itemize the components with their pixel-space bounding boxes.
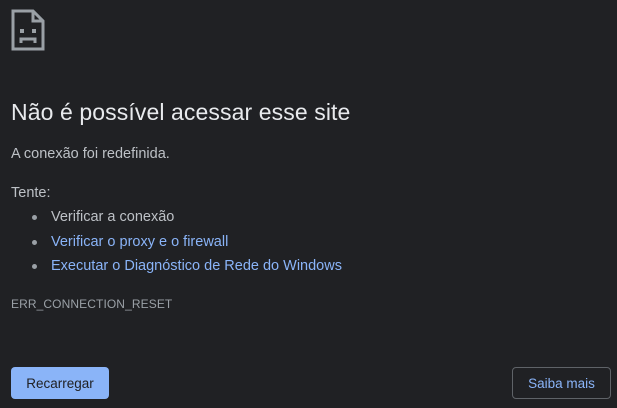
error-code: ERR_CONNECTION_RESET bbox=[11, 297, 173, 311]
try-label: Tente: bbox=[11, 185, 51, 201]
suggestion-network-diagnostics: Executar o Diagnóstico de Rede do Window… bbox=[30, 257, 342, 282]
suggestion-check-connection: Verificar a conexão bbox=[30, 208, 342, 233]
bullet-icon bbox=[32, 239, 37, 245]
network-diagnostics-link[interactable]: Executar o Diagnóstico de Rede do Window… bbox=[51, 258, 342, 274]
suggestion-check-proxy-firewall: Verificar o proxy e o firewall bbox=[30, 233, 342, 258]
suggestion-label: Verificar a conexão bbox=[51, 209, 175, 225]
error-page: Não é possível acessar esse site A conex… bbox=[0, 0, 617, 408]
sad-page-icon bbox=[11, 9, 45, 51]
bullet-icon bbox=[32, 215, 37, 220]
check-proxy-firewall-link[interactable]: Verificar o proxy e o firewall bbox=[51, 234, 228, 250]
suggestions-list: Verificar a conexão Verificar o proxy e … bbox=[30, 208, 342, 282]
reload-button[interactable]: Recarregar bbox=[11, 367, 109, 399]
learn-more-button[interactable]: Saiba mais bbox=[512, 367, 611, 399]
bullet-icon bbox=[32, 264, 37, 269]
error-summary: A conexão foi redefinida. bbox=[11, 146, 170, 162]
error-heading: Não é possível acessar esse site bbox=[11, 99, 351, 125]
